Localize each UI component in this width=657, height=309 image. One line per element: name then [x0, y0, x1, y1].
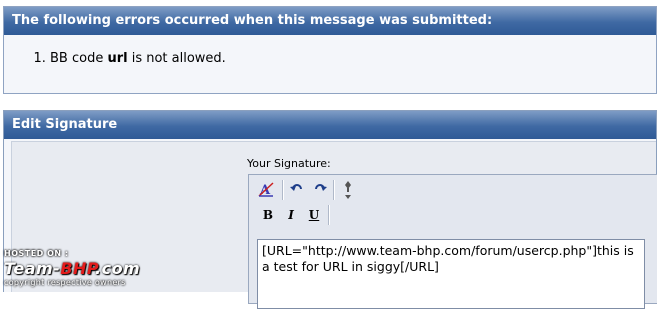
signature-editor: A B I U [URL="http://www.team-bhp. [248, 174, 657, 309]
error-item: BB code url is not allowed. [50, 51, 226, 66]
redo-icon[interactable] [311, 181, 329, 199]
resize-toggle-icon[interactable] [339, 180, 357, 199]
watermark-brand-com: .com [95, 259, 141, 278]
edit-signature-title: Edit Signature [4, 111, 656, 139]
error-text-suffix: is not allowed. [127, 51, 226, 66]
error-text: BB code [50, 51, 108, 66]
error-bbcode: url [107, 51, 128, 66]
site-watermark-logo: HOSTED ON : Team-BHP.com copyright respe… [4, 249, 194, 289]
watermark-copyright: copyright respective owners [4, 278, 126, 287]
signature-textarea[interactable]: [URL="http://www.team-bhp.com/forum/user… [257, 239, 645, 309]
remove-format-icon[interactable]: A [257, 181, 275, 199]
error-list: BB code url is not allowed. [4, 51, 226, 66]
error-panel-title: The following errors occurred when this … [4, 7, 656, 35]
signature-label: Your Signature: [247, 157, 331, 170]
italic-button[interactable]: I [282, 206, 300, 224]
watermark-brand: Team-BHP.com [4, 259, 140, 278]
toolbar-separator [282, 180, 284, 200]
watermark-brand-bhp: BHP [60, 259, 95, 278]
watermark-brand-team: Team- [4, 259, 61, 278]
underline-button[interactable]: U [305, 206, 323, 224]
undo-icon[interactable] [288, 181, 306, 199]
toolbar-separator [333, 180, 335, 200]
toolbar-separator [328, 205, 330, 225]
bold-button[interactable]: B [259, 206, 277, 224]
error-panel: The following errors occurred when this … [3, 6, 657, 94]
watermark-hosted-on: HOSTED ON : [4, 249, 69, 258]
